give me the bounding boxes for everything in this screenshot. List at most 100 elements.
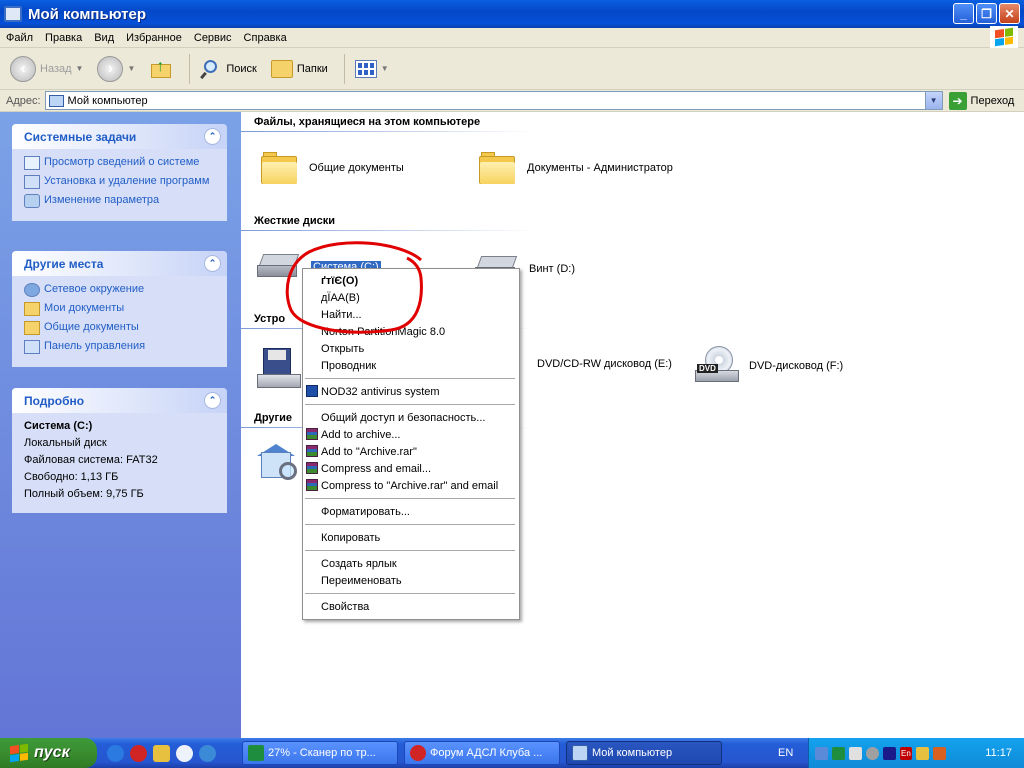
folder-shared-documents[interactable]: Общие документы — [261, 152, 404, 184]
back-button[interactable]: ‹ Назад ▼ — [6, 52, 87, 86]
start-button[interactable]: пуск — [0, 738, 97, 768]
system-tasks-title: Системные задачи — [24, 129, 137, 144]
details-body: Система (C:) Локальный диск Файловая сис… — [12, 413, 227, 513]
tray-app-icon[interactable] — [915, 746, 929, 760]
winrar-icon — [306, 428, 318, 440]
nod32-icon — [306, 385, 318, 397]
back-dropdown-icon[interactable]: ▼ — [76, 64, 84, 73]
forward-dropdown-icon[interactable]: ▼ — [127, 64, 135, 73]
collapse-icon[interactable]: ⌃ — [204, 128, 221, 145]
task-pane: Системные задачи ⌃ Просмотр сведений о с… — [0, 112, 241, 738]
address-input[interactable]: Мой компьютер ▼ — [44, 91, 943, 110]
menu-item-compress-email[interactable]: Compress and email... — [303, 460, 519, 477]
menu-item-label: Compress and email... — [321, 462, 432, 475]
system-tasks-header[interactable]: Системные задачи ⌃ — [12, 124, 227, 149]
menu-item-create-shortcut[interactable]: Создать ярлык — [303, 555, 519, 572]
opera-icon[interactable] — [130, 744, 147, 762]
menu-item-nod32[interactable]: NOD32 antivirus system — [303, 383, 519, 400]
hard-drive-icon — [257, 254, 301, 280]
views-icon — [354, 59, 377, 78]
place-network[interactable]: Сетевое окружение — [24, 283, 217, 297]
other-places-title: Другие места — [24, 256, 104, 271]
system-tasks-list: Просмотр сведений о системе Установка и … — [12, 149, 227, 221]
task-view-system-info[interactable]: Просмотр сведений о системе — [24, 156, 217, 170]
menu-item-find[interactable]: Найти... — [303, 306, 519, 323]
launch-icon[interactable] — [153, 744, 170, 762]
system-info-icon — [24, 156, 40, 170]
control-panel-icon — [257, 444, 301, 486]
my-computer-icon — [4, 6, 22, 22]
address-dropdown-icon[interactable]: ▼ — [924, 92, 942, 109]
control-panel-item[interactable] — [257, 444, 301, 486]
menu-favorites[interactable]: Избранное — [120, 32, 188, 44]
media-player-icon[interactable] — [176, 744, 193, 762]
details-header[interactable]: Подробно ⌃ — [12, 388, 227, 413]
menu-item-properties[interactable]: Свойства — [303, 598, 519, 615]
menu-item-open[interactable]: Открыть — [303, 340, 519, 357]
menu-item-format[interactable]: Форматировать... — [303, 503, 519, 520]
place-label: Мои документы — [44, 302, 125, 314]
menu-item-compress-rar-email[interactable]: Compress to "Archive.rar" and email — [303, 477, 519, 494]
folder-admin-documents[interactable]: Документы - Администратор — [479, 152, 673, 184]
views-dropdown-icon[interactable]: ▼ — [381, 64, 389, 73]
drive-e[interactable]: DVD/CD-RW дисковод (E:) — [527, 358, 672, 370]
menu-view[interactable]: Вид — [88, 32, 120, 44]
tray-app-icon[interactable] — [932, 746, 946, 760]
search-button[interactable]: Поиск — [196, 52, 260, 86]
go-button[interactable]: ➔ Переход — [948, 91, 1014, 110]
collapse-icon[interactable]: ⌃ — [204, 255, 221, 272]
menu-item-explore-corrupted[interactable]: дЇАА(B) — [303, 289, 519, 306]
drive-f[interactable]: DVD DVD-дисковод (F:) — [695, 346, 843, 386]
minimize-button[interactable]: _ — [953, 3, 974, 24]
place-control-panel[interactable]: Панель управления — [24, 340, 217, 354]
collapse-icon[interactable]: ⌃ — [204, 392, 221, 409]
title-bar: Мой компьютер _ ❐ ✕ — [0, 0, 1024, 28]
menu-tools[interactable]: Сервис — [188, 32, 238, 44]
details-type: Локальный диск — [24, 437, 107, 449]
address-label: Адрес: — [6, 94, 41, 107]
search-label: Поиск — [226, 62, 257, 75]
other-places-header[interactable]: Другие места ⌃ — [12, 251, 227, 276]
menu-item-copy[interactable]: Копировать — [303, 529, 519, 546]
menu-item-add-to-archive-rar[interactable]: Add to "Archive.rar" — [303, 443, 519, 460]
taskbar-button-scanner[interactable]: 27% - Сканер по тр... — [242, 741, 398, 765]
system-tray: En 11:17 — [808, 738, 1024, 768]
other-places-panel: Другие места ⌃ Сетевое окружение Мои док… — [12, 251, 227, 367]
player-tray-icon[interactable] — [883, 746, 896, 760]
up-button[interactable]: ↑ — [145, 52, 177, 86]
folders-button[interactable]: Папки — [267, 52, 332, 86]
menu-item-open-corrupted[interactable]: ґтїЄ(O) — [303, 272, 519, 289]
menu-item-partition-magic[interactable]: Norton PartitionMagic 8.0 — [303, 323, 519, 340]
taskbar-button-forum[interactable]: Форум АДСЛ Клуба ... — [404, 741, 560, 765]
network-tray-icon[interactable] — [815, 746, 828, 760]
forward-button[interactable]: › ▼ — [93, 52, 139, 86]
menu-item-rename[interactable]: Переименовать — [303, 572, 519, 589]
task-change-setting[interactable]: Изменение параметра — [24, 194, 217, 208]
volume-tray-icon[interactable] — [849, 746, 862, 760]
language-tray-indicator[interactable]: En — [900, 746, 912, 760]
menu-edit[interactable]: Правка — [39, 32, 88, 44]
menu-help[interactable]: Справка — [238, 32, 293, 44]
place-my-documents[interactable]: Мои документы — [24, 302, 217, 316]
menu-item-sharing[interactable]: Общий доступ и безопасность... — [303, 409, 519, 426]
close-button[interactable]: ✕ — [999, 3, 1020, 24]
floppy-drive-icon — [257, 348, 301, 390]
maximize-button[interactable]: ❐ — [976, 3, 997, 24]
my-computer-icon — [48, 94, 64, 107]
menu-item-explorer[interactable]: Проводник — [303, 357, 519, 374]
ie-icon[interactable] — [107, 744, 124, 762]
scanner-tray-icon[interactable] — [832, 746, 845, 760]
taskbar-button-my-computer[interactable]: Мой компьютер — [566, 741, 722, 765]
floppy-drive[interactable] — [257, 348, 301, 390]
language-indicator[interactable]: EN — [778, 747, 793, 759]
views-button[interactable]: ▼ — [351, 52, 393, 86]
place-shared-documents[interactable]: Общие документы — [24, 321, 217, 335]
window-title: Мой компьютер — [28, 5, 146, 23]
antivirus-tray-icon[interactable] — [866, 746, 879, 760]
address-value: Мой компьютер — [67, 94, 148, 107]
menu-item-add-to-archive[interactable]: Add to archive... — [303, 426, 519, 443]
menu-separator — [305, 498, 515, 499]
task-add-remove-programs[interactable]: Установка и удаление программ — [24, 175, 217, 189]
browser-icon[interactable] — [199, 744, 216, 762]
menu-file[interactable]: Файл — [0, 32, 39, 44]
